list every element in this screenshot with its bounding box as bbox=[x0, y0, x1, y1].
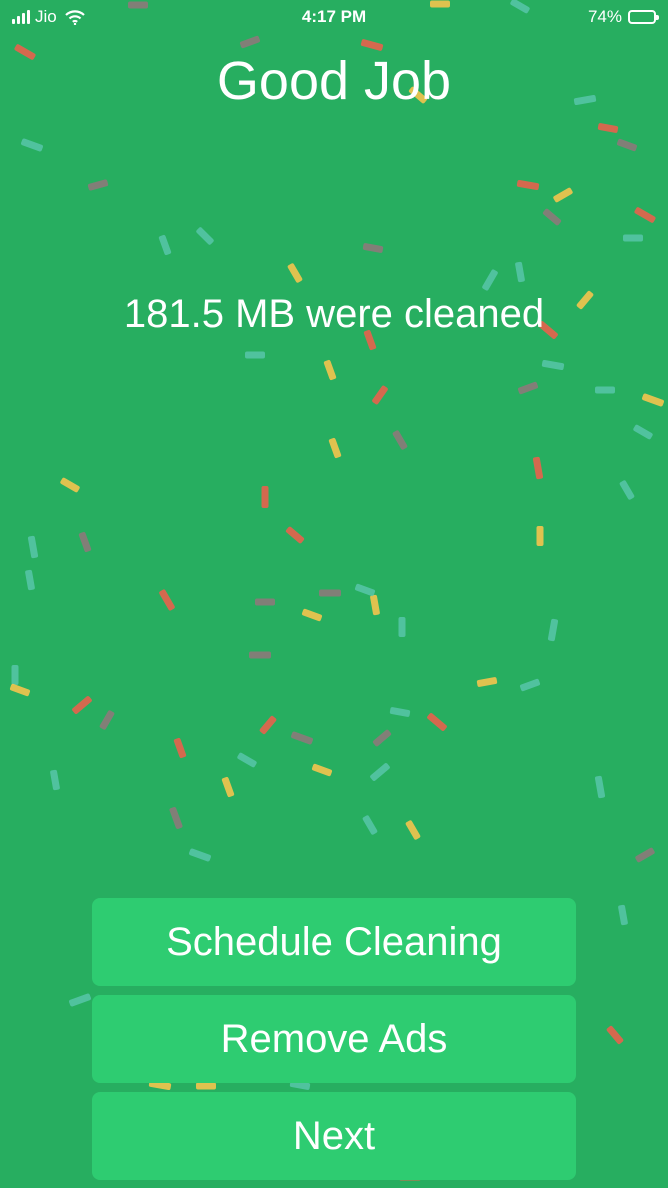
confetti-piece bbox=[323, 359, 337, 381]
confetti-piece bbox=[362, 243, 384, 253]
confetti-piece bbox=[430, 0, 450, 8]
confetti-piece bbox=[619, 480, 635, 500]
confetti-piece bbox=[72, 696, 92, 714]
confetti-piece bbox=[618, 904, 628, 926]
confetti-piece bbox=[634, 207, 656, 223]
confetti-piece bbox=[476, 677, 498, 687]
confetti-piece bbox=[245, 351, 265, 359]
confetti-piece bbox=[196, 227, 214, 245]
confetti-piece bbox=[405, 820, 421, 840]
confetti-piece bbox=[301, 608, 323, 622]
confetti-piece bbox=[370, 763, 390, 781]
confetti-piece bbox=[69, 993, 91, 1007]
page-title: Good Job bbox=[216, 51, 452, 111]
confetti-piece bbox=[291, 731, 313, 745]
confetti-piece bbox=[594, 775, 606, 799]
confetti-piece bbox=[285, 526, 305, 544]
confetti-piece bbox=[635, 847, 655, 863]
confetti-piece bbox=[532, 456, 544, 480]
confetti-piece bbox=[517, 381, 539, 395]
confetti-piece bbox=[372, 729, 392, 747]
confetti-piece bbox=[354, 583, 376, 597]
confetti-piece bbox=[128, 1, 148, 9]
confetti-piece bbox=[239, 35, 261, 49]
confetti-piece bbox=[311, 763, 333, 777]
confetti-piece bbox=[328, 437, 342, 459]
confetti-piece bbox=[78, 531, 92, 553]
confetti-piece bbox=[11, 665, 19, 685]
confetti-piece bbox=[606, 1025, 624, 1045]
confetti-piece bbox=[319, 589, 341, 597]
confetti-piece bbox=[372, 385, 388, 405]
confetti-piece bbox=[516, 179, 540, 191]
confetti-piece bbox=[370, 594, 380, 616]
confetti-piece bbox=[237, 752, 257, 768]
confetti-piece bbox=[159, 589, 175, 611]
confetti-piece bbox=[519, 678, 541, 692]
confetti-piece bbox=[261, 486, 269, 508]
confetti-piece bbox=[221, 776, 235, 798]
confetti-piece bbox=[158, 234, 172, 256]
confetti-piece bbox=[173, 737, 187, 759]
confetti-piece bbox=[553, 187, 573, 203]
confetti-piece bbox=[536, 526, 544, 546]
confetti-piece bbox=[547, 618, 559, 642]
confetti-piece bbox=[50, 769, 60, 791]
confetti-piece bbox=[255, 598, 275, 606]
confetti-piece bbox=[21, 138, 43, 152]
confetti-piece bbox=[25, 569, 35, 591]
schedule-cleaning-button[interactable]: Schedule Cleaning bbox=[92, 898, 576, 986]
confetti-piece bbox=[60, 477, 80, 493]
confetti-piece bbox=[169, 807, 183, 829]
confetti-piece bbox=[427, 713, 447, 731]
confetti-piece bbox=[633, 424, 653, 440]
confetti-piece bbox=[616, 138, 638, 152]
confetti-piece bbox=[389, 707, 411, 717]
confetti-piece bbox=[623, 234, 643, 242]
confetti-piece bbox=[541, 359, 565, 371]
confetti-piece bbox=[482, 269, 498, 291]
confetti-piece bbox=[249, 651, 271, 659]
confetti-piece bbox=[398, 617, 406, 637]
confetti-piece bbox=[87, 179, 109, 191]
confetti-piece bbox=[362, 815, 378, 835]
confetti-piece bbox=[259, 715, 277, 735]
confetti-piece bbox=[27, 535, 39, 559]
confetti-piece bbox=[542, 208, 562, 226]
confetti-piece bbox=[642, 393, 664, 407]
next-button[interactable]: Next bbox=[92, 1092, 576, 1180]
cleaned-size-message: 181.5 MB were cleaned bbox=[123, 292, 545, 336]
confetti-piece bbox=[287, 263, 303, 283]
confetti-piece bbox=[595, 386, 615, 394]
confetti-piece bbox=[510, 0, 530, 14]
confetti-piece bbox=[196, 1082, 216, 1090]
confetti-piece bbox=[9, 683, 31, 697]
confetti-piece bbox=[99, 710, 115, 730]
confetti-piece bbox=[392, 430, 408, 450]
confetti-piece bbox=[515, 261, 525, 283]
remove-ads-button[interactable]: Remove Ads bbox=[92, 995, 576, 1083]
confetti-piece bbox=[597, 123, 619, 133]
confetti-piece bbox=[189, 848, 211, 862]
